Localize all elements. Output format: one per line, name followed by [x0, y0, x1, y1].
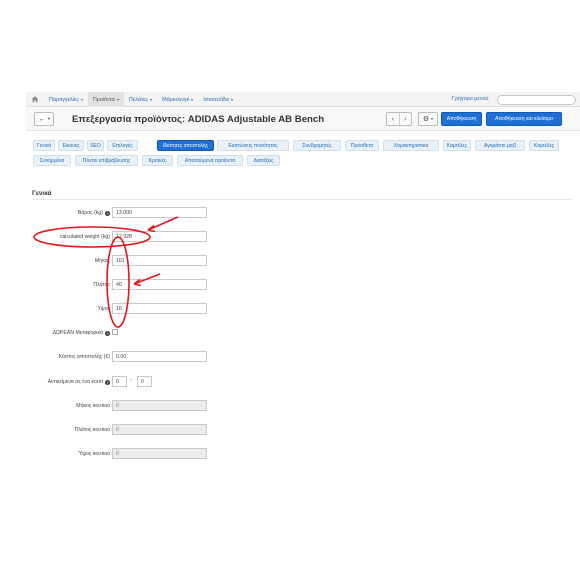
chevron-down-icon [116, 98, 119, 101]
next-product-button[interactable]: › [398, 113, 412, 125]
save-button[interactable]: Αποθήκευση [441, 112, 482, 126]
free-shipping-label-text: ΔΩΡΕΑΝ Μεταφορικά [52, 330, 103, 336]
box-height-label: Ύψος κουτιού [77, 451, 110, 457]
tab-options[interactable]: Επιλογές [107, 140, 138, 151]
items-per-box-label-text: Αντικείμενα σε ένα κουτί [47, 379, 103, 385]
tab-seo[interactable]: SEO [87, 140, 104, 151]
page-title: Επεξεργασία προϊόντος: ADIDAS Adjustable… [72, 114, 325, 125]
chevron-down-icon [191, 98, 194, 101]
nav-orders-label: Παραγγελίες [49, 96, 79, 103]
nav-products[interactable]: Προϊόντα [87, 92, 124, 107]
settings-dropdown-button[interactable]: ⚙ [418, 112, 438, 126]
length-label: Μήκος [94, 258, 110, 264]
tab-buy-together[interactable]: Αγοράστε μαζί [475, 140, 525, 151]
tab-features[interactable]: Χαρακτηριστικά [383, 140, 439, 151]
save-and-close-button[interactable]: Αποθήκευση και κλείσιμο [486, 112, 562, 126]
shipping-cost-input[interactable]: 0.00 [112, 351, 207, 362]
weight-input[interactable]: 13.000 [112, 207, 207, 218]
home-icon[interactable] [31, 95, 39, 103]
box-width-input: 0 [112, 424, 207, 435]
items-per-box-max-input[interactable]: 0 [137, 376, 152, 387]
box-width-label: Πλάτος κουτιού [74, 427, 110, 433]
range-dash: - [130, 377, 132, 383]
help-icon[interactable]: ? [105, 210, 110, 216]
quick-menu-link[interactable]: Γρήγορο μενού [452, 96, 488, 102]
free-shipping-label: ΔΩΡΕΑΝ Μεταφορικά? [53, 330, 110, 336]
chevron-down-icon [150, 98, 153, 101]
page-title-bar: ← Επεξεργασία προϊόντος: ADIDAS Adjustab… [26, 108, 580, 131]
tab-quantity-discounts[interactable]: Εκπτώσεις ποσότητας [217, 140, 289, 151]
chevron-down-icon [80, 98, 83, 101]
tab-layouts[interactable]: Διατάξεις [247, 155, 280, 166]
length-input[interactable]: 101 [112, 255, 207, 266]
section-title: Γενικά [32, 190, 52, 197]
prev-product-button[interactable]: ‹ [387, 113, 399, 125]
back-arrow-icon: ← [38, 115, 46, 123]
weight-label: Βάρος (kg)? [78, 210, 110, 216]
tab-required-products[interactable]: Απαιτούμενα προϊόντα [177, 155, 243, 166]
nav-customers-label: Πελάτες [128, 96, 149, 103]
admin-top-bar: Παραγγελίες Προϊόντα Πελάτες Μάρκετινγκ … [26, 92, 580, 107]
gear-icon: ⚙ [422, 116, 430, 123]
nav-marketing-label: Μάρκετινγκ [162, 96, 190, 103]
free-shipping-checkbox[interactable] [112, 329, 118, 335]
nav-orders[interactable]: Παραγγελίες [44, 92, 88, 107]
height-label: Ύψος [96, 306, 110, 312]
shipping-cost-label: Κόστος αποστολής (€) [58, 354, 110, 360]
section-divider [32, 199, 572, 200]
items-per-box-label: Αντικείμενα σε ένα κουτί? [48, 379, 110, 385]
box-length-label: Μήκος κουτιού [76, 403, 110, 409]
admin-frame: Παραγγελίες Προϊόντα Πελάτες Μάρκετινγκ … [26, 92, 580, 487]
back-button[interactable]: ← [34, 112, 54, 126]
nav-website-label: Ιστοσελίδα [203, 96, 229, 103]
tab-shipping-properties[interactable]: Ιδιότητες αποστολής [157, 140, 214, 151]
help-icon[interactable]: ? [105, 379, 110, 385]
search-input[interactable] [497, 94, 576, 105]
tab-reviews[interactable]: Κριτικές [142, 155, 173, 166]
box-length-input: 0 [112, 400, 207, 411]
tab-tabs-2[interactable]: Καρτέλες [529, 140, 559, 151]
chevron-down-icon [431, 118, 434, 120]
tab-subscribers[interactable]: Συνδρομητές [293, 140, 341, 151]
width-input[interactable]: 40 [112, 279, 207, 290]
box-height-input: 0 [112, 448, 207, 459]
nav-website[interactable]: Ιστοσελίδα [198, 92, 238, 107]
chevron-down-icon [230, 98, 233, 101]
help-icon[interactable]: ? [105, 330, 110, 336]
chevron-down-icon [47, 118, 50, 120]
height-input[interactable]: 16 [112, 303, 207, 314]
items-per-box-min-input[interactable]: 0 [112, 376, 127, 387]
calc-weight-label: calculated weight (kg) [59, 234, 110, 240]
calc-weight-input[interactable]: 12.928 [112, 231, 207, 242]
nav-marketing[interactable]: Μάρκετινγκ [157, 92, 198, 107]
weight-label-text: Βάρος (kg) [77, 210, 103, 216]
tab-reward-points[interactable]: Πόντοι επιβράβευσης [75, 155, 138, 166]
product-pager: ‹ › [386, 112, 412, 126]
nav-products-label: Προϊόντα [92, 96, 115, 103]
tab-attachments[interactable]: Συνημμένα [33, 155, 71, 166]
tab-images[interactable]: Εικόνες [58, 140, 84, 151]
tab-addons[interactable]: Πρόσθετα [345, 140, 379, 151]
tab-tabs-1[interactable]: Καρτέλες [443, 140, 471, 151]
nav-customers[interactable]: Πελάτες [124, 92, 157, 107]
annotation-arrow [147, 216, 179, 231]
tab-general[interactable]: Γενικά [33, 140, 55, 151]
width-label: Πλάτος [93, 282, 110, 288]
main-nav: Παραγγελίες Προϊόντα Πελάτες Μάρκετινγκ … [44, 92, 238, 107]
